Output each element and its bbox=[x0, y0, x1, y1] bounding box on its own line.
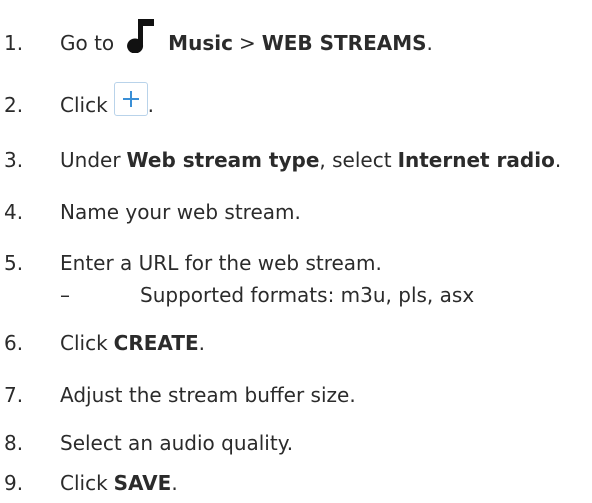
supported-formats-text: Supported formats: m3u, pls, asx bbox=[140, 283, 475, 307]
step-text-before: Click bbox=[60, 93, 108, 117]
web-streams-label: WEB STREAMS bbox=[261, 31, 427, 55]
step-6: 6. Click CREATE . bbox=[0, 323, 205, 363]
supported-formats-note: – Supported formats: m3u, pls, asx bbox=[60, 275, 474, 315]
internet-radio-label: Internet radio bbox=[397, 148, 555, 172]
step-text: Select an audio quality. bbox=[60, 431, 294, 455]
step-number: 4. bbox=[4, 200, 24, 224]
dash-bullet: – bbox=[60, 283, 70, 307]
step-text: Adjust the stream buffer size. bbox=[60, 383, 356, 407]
add-button[interactable] bbox=[113, 82, 148, 116]
step-number: 5. bbox=[4, 251, 24, 275]
instruction-steps: 1. Go to Music > WEB STREAMS . 2. Click … bbox=[0, 0, 592, 499]
step-8: 8. Select an audio quality. bbox=[0, 423, 293, 463]
step-number: 6. bbox=[4, 331, 24, 355]
step-text-after: . bbox=[198, 331, 205, 355]
step-text-after: . bbox=[171, 471, 178, 495]
step-text-mid: , select bbox=[319, 148, 392, 172]
step-number: 9. bbox=[4, 471, 24, 495]
step-text-after: . bbox=[147, 93, 155, 117]
step-4: 4. Name your web stream. bbox=[0, 192, 301, 232]
step-number: 7. bbox=[4, 383, 24, 407]
step-number: 3. bbox=[4, 148, 24, 172]
step-number: 2. bbox=[4, 93, 24, 117]
step-number: 1. bbox=[4, 31, 24, 55]
step-text-before: Go to bbox=[60, 31, 115, 55]
step-text-before: Click bbox=[60, 331, 108, 355]
step-text-before: Under bbox=[60, 148, 121, 172]
music-note-icon bbox=[126, 17, 156, 53]
music-label: Music bbox=[168, 31, 233, 55]
step-number: 8. bbox=[4, 431, 24, 455]
web-stream-type-label: Web stream type bbox=[126, 148, 320, 172]
step-text-before: Click bbox=[60, 471, 108, 495]
plus-icon bbox=[122, 91, 139, 107]
step-text: Enter a URL for the web stream. bbox=[60, 251, 382, 275]
create-label: CREATE bbox=[113, 331, 199, 355]
step-text-after: . bbox=[554, 148, 562, 172]
step-7: 7. Adjust the stream buffer size. bbox=[0, 375, 356, 415]
step-3: 3. Under Web stream type , select Intern… bbox=[0, 140, 561, 180]
step-9: 9. Click SAVE . bbox=[0, 463, 178, 503]
step-1: 1. Go to Music > WEB STREAMS . bbox=[0, 19, 433, 63]
step-text-after: . bbox=[426, 31, 433, 55]
save-label: SAVE bbox=[113, 471, 172, 495]
path-separator: > bbox=[238, 31, 256, 55]
step-text: Name your web stream. bbox=[60, 200, 301, 224]
step-2: 2. Click . bbox=[0, 82, 155, 125]
